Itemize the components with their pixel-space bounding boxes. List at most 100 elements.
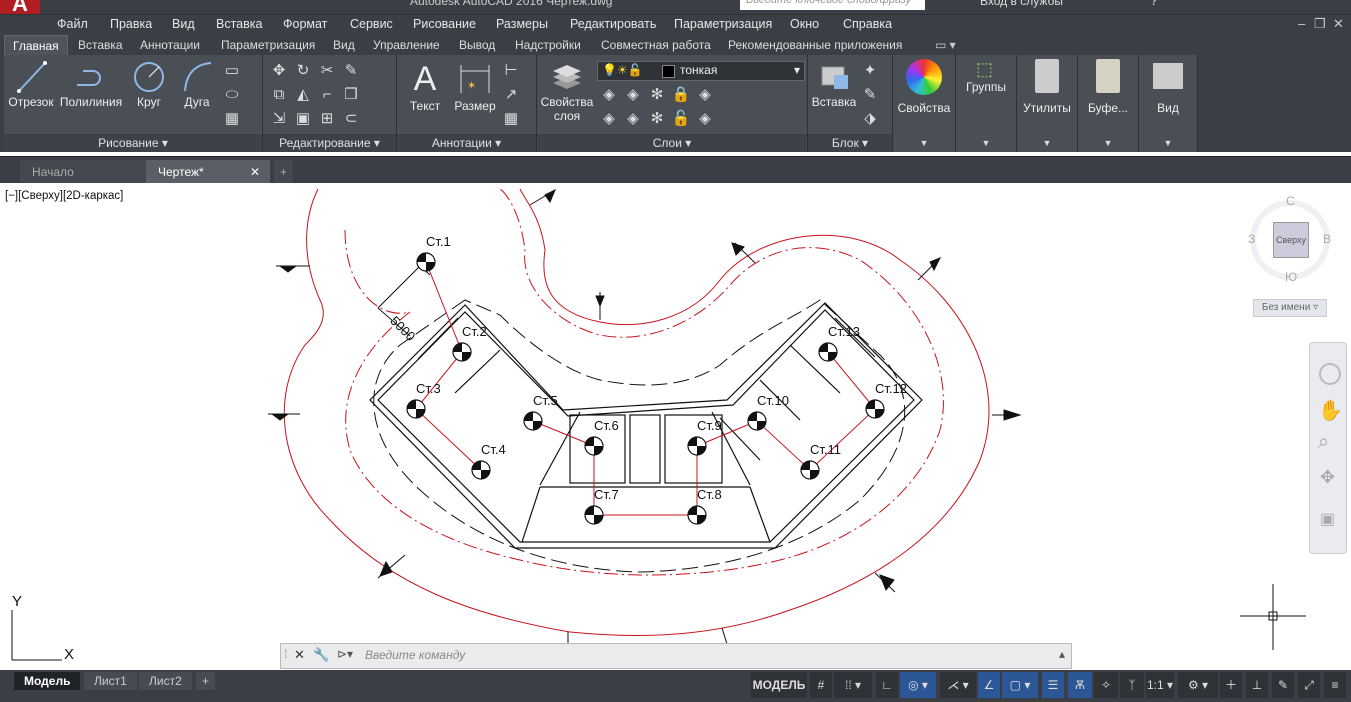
add-layout-button[interactable]: + [196, 672, 216, 690]
layer-thaw-icon[interactable]: ✻ [647, 109, 667, 129]
draw-panel-label[interactable]: Рисование ▾ [4, 134, 262, 152]
menu-help[interactable]: Справка [843, 17, 892, 31]
history-up-icon[interactable]: ▴ [1059, 647, 1065, 661]
menu-draw[interactable]: Рисование [413, 17, 476, 31]
layer-isolate-icon[interactable]: ◈ [623, 85, 643, 105]
layer-lock-icon[interactable]: 🔒 [671, 85, 691, 105]
block-panel-label[interactable]: Блок ▾ [808, 134, 892, 152]
layer-off-icon[interactable]: ◈ [599, 85, 619, 105]
layer-on-icon[interactable]: ◈ [599, 109, 619, 129]
ortho-icon[interactable]: ∟ [876, 672, 898, 698]
tab-addins[interactable]: Надстройки [515, 38, 581, 52]
menu-dimension[interactable]: Размеры [496, 17, 548, 31]
circle-tool[interactable]: Круг [128, 59, 170, 109]
clipboard-button[interactable]: Буфе... ▼ [1078, 55, 1139, 152]
tab-layout1[interactable]: Лист1 [84, 672, 137, 690]
tab-model[interactable]: Модель [14, 672, 81, 690]
help-icon[interactable]: ? [1150, 0, 1170, 10]
viewcube-north[interactable]: С [1286, 194, 1295, 208]
utilities-button[interactable]: Утилиты ▼ [1017, 55, 1078, 152]
isolate-objects-icon[interactable]: ✎ [1272, 672, 1294, 698]
command-prompt-icon[interactable]: ⊳▾ [337, 647, 353, 661]
tab-start[interactable]: Начало [20, 160, 154, 184]
dimension-tool[interactable]: ✶ Размер [451, 59, 499, 113]
tab-view[interactable]: Вид [333, 38, 355, 52]
grid-icon[interactable]: # [810, 672, 832, 698]
new-tab-button[interactable]: + [274, 160, 294, 184]
layer-match-icon[interactable]: ◈ [695, 85, 715, 105]
pan-icon[interactable]: ✋ [1318, 398, 1343, 423]
arc-tool[interactable]: Дуга [176, 59, 218, 109]
command-input[interactable]: Введите команду [365, 648, 465, 662]
linear-dim-icon[interactable]: ⊢ [501, 61, 521, 81]
grip-icon[interactable]: ⁞ [284, 647, 287, 661]
tab-collaborate[interactable]: Совместная работа [601, 38, 711, 52]
copy-icon[interactable]: ⧉ [269, 85, 289, 105]
ribbon-toggle-icon[interactable]: ▭ ▾ [935, 38, 956, 52]
polyline-tool[interactable]: Полилиния [58, 59, 124, 109]
viewcube-top-face[interactable]: Сверху [1273, 222, 1309, 258]
annotation-visibility-icon[interactable]: Ѫ [1068, 672, 1092, 698]
insert-block-tool[interactable]: Вставка [810, 59, 858, 109]
properties-button[interactable]: Свойства ▼ [893, 55, 956, 152]
view-button[interactable]: Вид ▼ [1139, 55, 1198, 152]
menu-edit[interactable]: Правка [110, 17, 152, 31]
close-icon[interactable]: ✕ [1333, 16, 1344, 32]
layer-properties-tool[interactable]: Свойства слоя [539, 59, 595, 123]
modify-panel-label[interactable]: Редактирование ▾ [263, 134, 396, 152]
line-tool[interactable]: Отрезок [6, 59, 56, 109]
create-block-icon[interactable]: ✦ [860, 61, 880, 81]
drawing-area[interactable]: 5000 Ст.1 Ст.2 Ст.3 Ст.4 Ст.5 Ст.6 Ст.7 Ст.8 Ст.… [0, 183, 1351, 670]
tab-parametric[interactable]: Параметризация [221, 38, 315, 52]
tab-drawing[interactable]: Чертеж* ✕ [146, 160, 270, 184]
layers-panel-label[interactable]: Слои ▾ [537, 134, 807, 152]
viewcube-west[interactable]: З [1248, 232, 1255, 246]
close-icon[interactable]: ✕ [294, 647, 305, 663]
orbit-icon[interactable]: ✥ [1320, 467, 1335, 488]
text-tool[interactable]: A Текст [403, 59, 447, 113]
edit-block-icon[interactable]: ✎ [860, 85, 880, 105]
units-icon[interactable]: ⊥ [1246, 672, 1268, 698]
polar-icon[interactable]: ◎ ▾ [900, 672, 936, 698]
rotate-icon[interactable]: ↻ [293, 61, 313, 81]
lineweight-icon[interactable]: ☰ [1042, 672, 1064, 698]
tab-insert[interactable]: Вставка [78, 38, 123, 52]
trim-icon[interactable]: ✂ [317, 61, 337, 81]
mirror-icon[interactable]: ◭ [293, 85, 313, 105]
object-snap-tracking-icon[interactable]: ∠ [978, 672, 1000, 698]
viewcube-east[interactable]: В [1323, 232, 1331, 246]
menu-tools[interactable]: Сервис [350, 17, 393, 31]
menu-modify[interactable]: Редактировать [570, 17, 656, 31]
tab-manage[interactable]: Управление [373, 38, 440, 52]
steering-wheel-icon[interactable] [1319, 363, 1341, 385]
viewcube-south[interactable]: Ю [1285, 270, 1297, 284]
menu-window[interactable]: Окно [790, 17, 819, 31]
stretch-icon[interactable]: ⇲ [269, 109, 289, 129]
close-icon[interactable]: ✕ [250, 160, 260, 184]
layer-unlock-icon[interactable]: 🔓 [671, 109, 691, 129]
menu-parametric[interactable]: Параметризация [674, 17, 772, 31]
settings-icon[interactable]: 🔧 [313, 647, 329, 663]
login-button[interactable]: Вход в службы [980, 0, 1063, 8]
isodraft-icon[interactable]: ⋌ ▾ [940, 672, 976, 698]
array-icon[interactable]: ⊞ [317, 109, 337, 129]
tab-featured-apps[interactable]: Рекомендованные приложения [728, 38, 902, 52]
snap-icon[interactable]: ⁞⁞ ▾ [834, 672, 872, 698]
tab-layout2[interactable]: Лист2 [139, 672, 192, 690]
menu-file[interactable]: Файл [57, 17, 88, 31]
rectangle-icon[interactable]: ▭ [222, 61, 242, 81]
annotation-scale-icon[interactable]: ᛉ [1120, 672, 1144, 698]
scale-dropdown[interactable]: 1:1 ▾ [1146, 672, 1174, 698]
scale-icon[interactable]: ▣ [293, 109, 313, 129]
annotation-monitor-icon[interactable]: ＋ [1220, 672, 1242, 698]
erase-icon[interactable]: ✎ [341, 61, 361, 81]
fillet-icon[interactable]: ⌐ [317, 85, 337, 105]
table-icon[interactable]: ▦ [501, 109, 521, 129]
layer-walk-icon[interactable]: ◈ [695, 109, 715, 129]
app-menu-button[interactable]: A [0, 0, 40, 14]
ellipse-icon[interactable]: ⬭ [222, 85, 242, 105]
tab-annotate[interactable]: Аннотации [140, 38, 200, 52]
menu-format[interactable]: Формат [283, 17, 327, 31]
customization-icon[interactable]: ≡ [1324, 672, 1346, 698]
restore-icon[interactable]: ❐ [1314, 16, 1326, 32]
